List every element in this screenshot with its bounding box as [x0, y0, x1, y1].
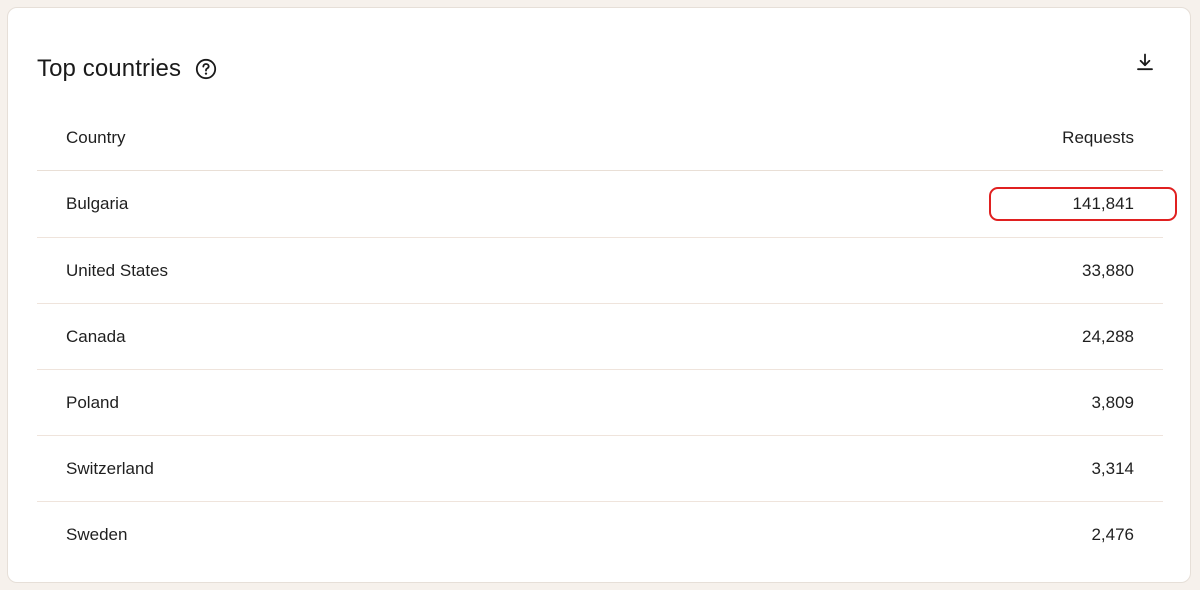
table-row: Poland 3,809	[37, 369, 1163, 435]
country-name: United States	[66, 260, 169, 280]
country-name: Poland	[66, 392, 119, 412]
country-name: Canada	[66, 326, 126, 346]
request-count: 3,314	[1091, 458, 1134, 478]
request-count: 3,809	[1091, 392, 1134, 412]
download-icon	[1135, 52, 1155, 72]
column-header-country[interactable]: Country	[66, 128, 126, 148]
card-title: Top countries	[37, 55, 182, 82]
countries-table: Country Requests Bulgaria 141,841 United…	[37, 105, 1163, 567]
table-row: Canada 24,288	[37, 303, 1163, 369]
table-row: Switzerland 3,314	[37, 435, 1163, 501]
column-header-requests[interactable]: Requests	[1062, 128, 1134, 148]
card-header: Top countries	[37, 44, 217, 94]
country-name: Switzerland	[66, 458, 154, 478]
request-count: 24,288	[1082, 326, 1134, 346]
top-countries-card: Top countries Country Requests Bulgaria …	[7, 7, 1191, 583]
table-header-row: Country Requests	[37, 105, 1163, 171]
question-circle-icon[interactable]	[195, 58, 217, 80]
country-name: Sweden	[66, 524, 128, 544]
request-count: 33,880	[1082, 260, 1134, 280]
table-row: Bulgaria 141,841	[37, 171, 1163, 237]
request-count: 2,476	[1091, 524, 1134, 544]
table-row: Sweden 2,476	[37, 501, 1163, 567]
table-row: United States 33,880	[37, 237, 1163, 303]
country-name: Bulgaria	[66, 194, 129, 213]
request-count: 141,841	[1072, 194, 1134, 213]
download-button[interactable]	[1133, 50, 1157, 74]
